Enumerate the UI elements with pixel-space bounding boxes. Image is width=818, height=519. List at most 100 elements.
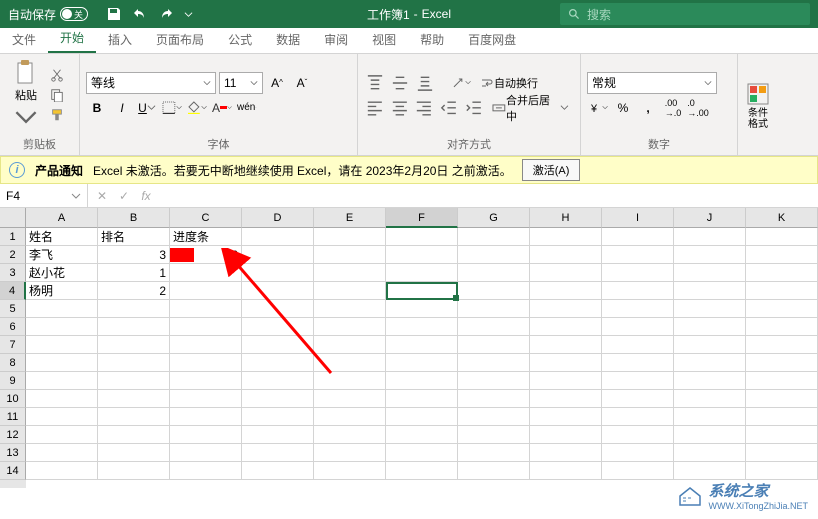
name-box[interactable]: F4 [0,184,88,207]
tab-baidu[interactable]: 百度网盘 [456,26,528,53]
tab-file[interactable]: 文件 [0,26,48,53]
cell[interactable] [746,336,818,354]
cell[interactable] [602,228,674,246]
merge-center-button[interactable]: 合并后居中 [487,97,574,119]
comma-button[interactable]: , [637,97,659,119]
row-header[interactable]: 13 [0,444,26,462]
row-header[interactable]: 3 [0,264,26,282]
cell[interactable] [602,282,674,300]
cell[interactable] [98,354,170,372]
cell[interactable] [314,372,386,390]
cell[interactable] [746,444,818,462]
cell[interactable] [314,246,386,264]
cell[interactable] [314,264,386,282]
cell[interactable] [674,408,746,426]
cell[interactable] [602,300,674,318]
percent-button[interactable]: % [612,97,634,119]
cell[interactable] [674,246,746,264]
wrap-text-button[interactable]: 自动换行 [475,72,543,94]
cell[interactable] [458,300,530,318]
cell[interactable] [530,246,602,264]
row-header[interactable]: 7 [0,336,26,354]
cell[interactable] [602,426,674,444]
autosave-toggle[interactable]: 自动保存 关 [0,6,96,23]
cell[interactable] [242,282,314,300]
cell[interactable] [746,408,818,426]
align-bottom-button[interactable] [414,72,436,94]
cell[interactable] [746,228,818,246]
cell[interactable] [602,390,674,408]
cell[interactable] [458,318,530,336]
cell[interactable] [458,336,530,354]
tab-data[interactable]: 数据 [264,26,312,53]
cell[interactable] [314,390,386,408]
cell[interactable]: 进度条 [170,228,242,246]
decrease-font-button[interactable]: Aˇ [291,72,313,94]
col-header[interactable]: G [458,208,530,228]
font-family-combo[interactable]: 等线 [86,72,216,94]
cell[interactable] [602,264,674,282]
cell[interactable] [386,390,458,408]
cell[interactable] [386,444,458,462]
cell[interactable] [602,354,674,372]
cell[interactable] [170,354,242,372]
cell[interactable] [98,300,170,318]
format-painter-icon[interactable] [50,108,64,122]
cell[interactable] [602,444,674,462]
font-color-button[interactable]: A [211,97,233,119]
cell[interactable] [530,228,602,246]
cell[interactable] [674,300,746,318]
cell[interactable] [242,336,314,354]
cell[interactable] [530,390,602,408]
cell[interactable] [386,228,458,246]
cell[interactable] [674,264,746,282]
cell[interactable] [26,462,98,480]
cell[interactable] [458,354,530,372]
cell[interactable] [386,354,458,372]
cell[interactable] [746,426,818,444]
col-header[interactable]: I [602,208,674,228]
cell[interactable] [530,462,602,480]
cell[interactable] [602,318,674,336]
conditional-format-button[interactable]: 条件格式 [744,67,772,143]
align-right-button[interactable] [413,97,435,119]
cell[interactable] [26,336,98,354]
cell[interactable] [458,228,530,246]
row-header[interactable]: 1 [0,228,26,246]
cell[interactable] [170,444,242,462]
cell[interactable] [386,426,458,444]
cell[interactable] [530,444,602,462]
cell[interactable] [314,336,386,354]
cell[interactable] [314,228,386,246]
cell[interactable] [98,372,170,390]
search-box[interactable]: 搜索 [560,3,810,25]
cell[interactable] [98,390,170,408]
row-header[interactable]: 12 [0,426,26,444]
align-left-button[interactable] [364,97,386,119]
cell[interactable] [746,246,818,264]
cell[interactable] [386,336,458,354]
cell[interactable] [746,318,818,336]
col-header[interactable]: E [314,208,386,228]
cell[interactable] [674,426,746,444]
tab-layout[interactable]: 页面布局 [144,26,216,53]
cell[interactable] [530,300,602,318]
cell[interactable] [170,318,242,336]
cell[interactable] [314,408,386,426]
cell[interactable] [602,408,674,426]
fill-color-button[interactable] [186,97,208,119]
cell[interactable] [314,300,386,318]
cell[interactable] [26,300,98,318]
row-header[interactable]: 11 [0,408,26,426]
cell[interactable] [602,336,674,354]
toggle-switch[interactable]: 关 [60,7,88,21]
accept-formula-button[interactable]: ✓ [114,189,134,203]
cell[interactable] [746,264,818,282]
cell[interactable] [98,444,170,462]
row-header[interactable]: 2 [0,246,26,264]
cell[interactable] [314,462,386,480]
increase-font-button[interactable]: A^ [266,72,288,94]
row-header[interactable]: 5 [0,300,26,318]
cell[interactable] [170,426,242,444]
phonetic-button[interactable]: wén [236,97,258,119]
